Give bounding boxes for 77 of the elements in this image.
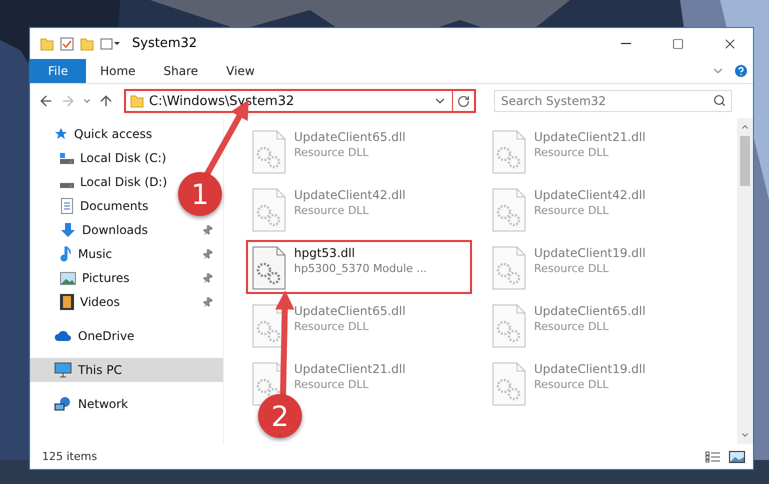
scrollbar[interactable] (737, 118, 753, 444)
file-description: Resource DLL (534, 262, 610, 275)
file-description: hp5300_5370 Module ... (294, 262, 427, 275)
folder-icon (130, 94, 144, 108)
sidebar-item[interactable]: This PC (30, 358, 223, 382)
properties-icon (60, 36, 74, 50)
file-name: UpdateClient65.dll (294, 304, 406, 318)
download-arrow-icon (60, 222, 76, 238)
ribbon-tab[interactable]: Home (86, 59, 150, 83)
sidebar-item[interactable]: Local Disk (C:) (60, 151, 166, 165)
drive-icon (60, 152, 74, 164)
sidebar-item[interactable]: Local Disk (D:) (60, 175, 168, 189)
file-name: UpdateClient21.dll (534, 130, 646, 144)
file-name: UpdateClient19.dll (534, 246, 646, 260)
address-path: C:\Windows\System32 (149, 94, 296, 108)
star-icon (54, 127, 68, 141)
picture-icon (60, 272, 76, 284)
document-icon (60, 198, 74, 214)
gear-file-icon (492, 362, 526, 406)
large-icons-view-icon[interactable] (729, 450, 745, 462)
music-note-icon (60, 246, 72, 262)
up-icon[interactable] (98, 93, 114, 109)
details-view-icon[interactable] (705, 450, 721, 462)
monitor-icon (54, 362, 72, 378)
sidebar-item[interactable]: Pictures (60, 271, 130, 285)
file-description: Resource DLL (534, 204, 610, 217)
sidebar-item[interactable]: OneDrive (54, 329, 134, 343)
address-field[interactable]: C:\Windows\System32 (124, 89, 476, 113)
file-description: Resource DLL (294, 320, 370, 333)
maximize-icon (672, 38, 684, 50)
help-icon[interactable] (733, 63, 749, 79)
file-name: UpdateClient42.dll (294, 188, 406, 202)
sidebar-item[interactable]: Documents (60, 198, 148, 214)
ribbon-tab[interactable]: View (212, 59, 269, 83)
file-description: Resource DLL (534, 378, 610, 391)
window-title: System32 (132, 36, 198, 51)
sidebar-item[interactable]: Downloads (60, 222, 148, 238)
minimize-icon (621, 43, 631, 44)
file-name: UpdateClient65.dll (294, 130, 406, 144)
file-name: UpdateClient65.dll (534, 304, 646, 318)
ribbon-tab[interactable]: Share (150, 59, 212, 83)
file-name: UpdateClient42.dll (534, 188, 646, 202)
gear-file-icon (492, 304, 526, 348)
gear-file-icon (252, 188, 286, 232)
network-icon (54, 396, 72, 412)
customize-icon (100, 38, 122, 50)
file-description: Resource DLL (294, 204, 370, 217)
file-name: hpgt53.dll (294, 246, 356, 260)
file-description: Resource DLL (294, 378, 370, 391)
file-description: Resource DLL (294, 146, 370, 159)
cloud-icon (54, 330, 72, 342)
file-description: Resource DLL (534, 320, 610, 333)
folder-icon (40, 36, 54, 50)
new-folder-icon (80, 36, 94, 50)
drive-icon (60, 182, 74, 188)
gear-file-icon (492, 246, 526, 290)
gear-file-icon (492, 188, 526, 232)
sidebar-item[interactable]: Network (54, 396, 128, 412)
gear-file-icon (492, 130, 526, 174)
forward-icon[interactable] (60, 93, 76, 109)
back-icon[interactable] (38, 93, 54, 109)
file-name: UpdateClient21.dll (294, 362, 406, 376)
scrollbar-thumb[interactable] (740, 136, 750, 186)
ribbon-tab[interactable]: File (30, 59, 86, 83)
film-icon (60, 294, 74, 310)
file-description: Resource DLL (534, 146, 610, 159)
sidebar-item[interactable]: Music (60, 246, 112, 262)
gear-file-icon (252, 246, 286, 290)
refresh-icon (457, 94, 470, 108)
file-item[interactable]: hpgt53.dll hp5300_5370 Module ... (246, 240, 472, 294)
search-field[interactable]: Search System32 (494, 90, 732, 112)
file-name: UpdateClient19.dll (534, 362, 646, 376)
sidebar-item[interactable]: Videos (60, 294, 120, 310)
sidebar-item[interactable]: Quick access (54, 127, 152, 141)
gear-file-icon (252, 130, 286, 174)
item-count: 125 items (42, 450, 98, 463)
search-icon (713, 94, 726, 107)
